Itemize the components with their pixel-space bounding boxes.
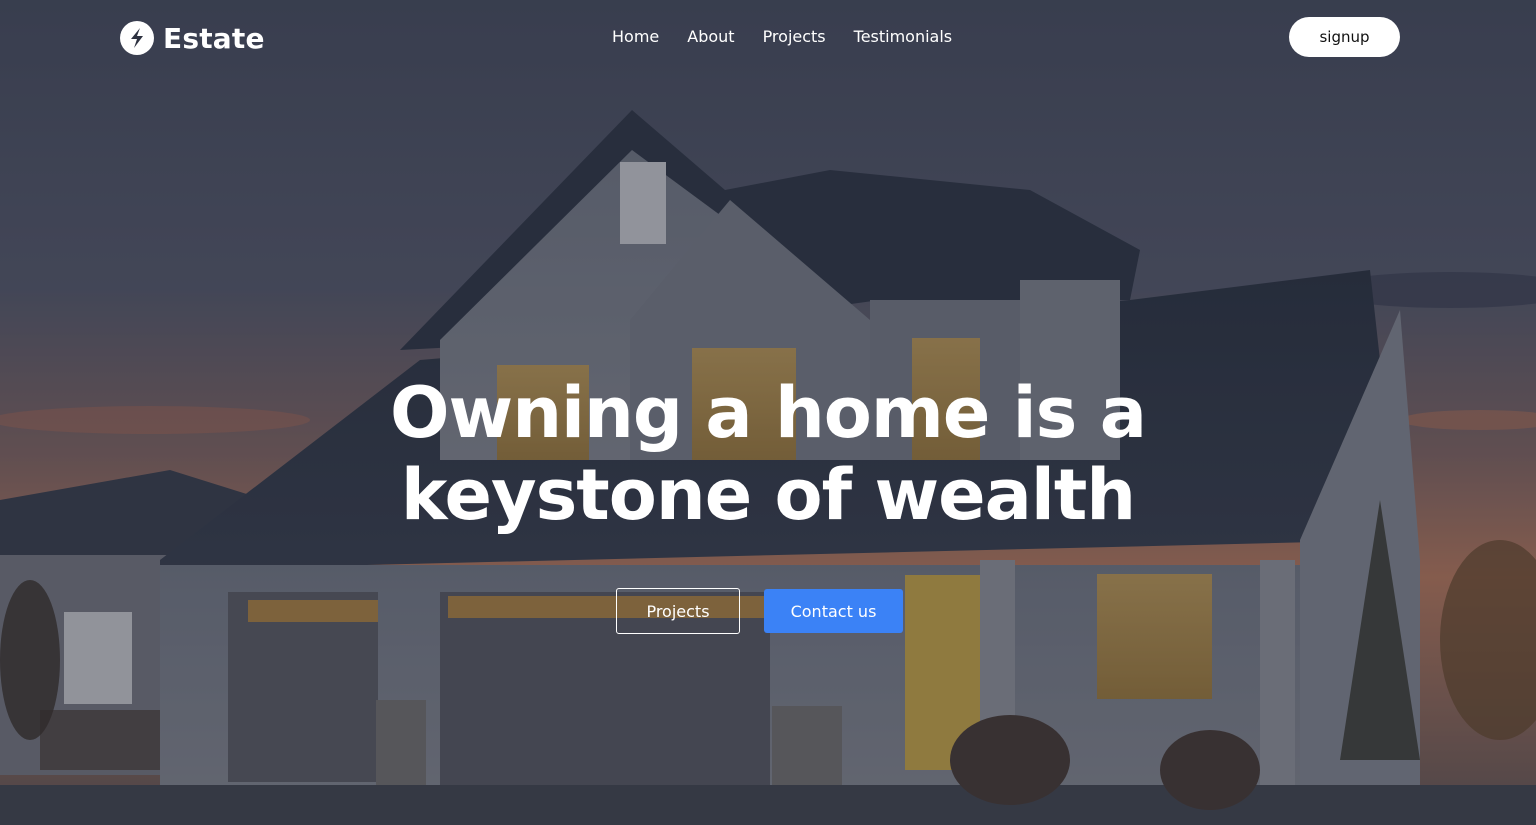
brand-logo[interactable]: Estate: [120, 21, 265, 55]
lightning-bolt-icon: [120, 21, 154, 55]
contact-us-button[interactable]: Contact us: [764, 589, 903, 633]
nav-item-about[interactable]: About: [687, 27, 734, 47]
hero-headline-line-1: Owning a home is a: [390, 372, 1147, 454]
nav-item-projects[interactable]: Projects: [763, 27, 826, 47]
main-nav: Home About Projects Testimonials: [612, 27, 952, 47]
projects-button[interactable]: Projects: [616, 588, 740, 634]
hero-headline: Owning a home is a keystone of wealth: [318, 372, 1218, 536]
nav-item-home[interactable]: Home: [612, 27, 659, 47]
signup-button[interactable]: signup: [1289, 17, 1400, 57]
nav-item-testimonials[interactable]: Testimonials: [854, 27, 953, 47]
brand-name: Estate: [163, 21, 265, 55]
hero-headline-line-2: keystone of wealth: [400, 454, 1136, 536]
